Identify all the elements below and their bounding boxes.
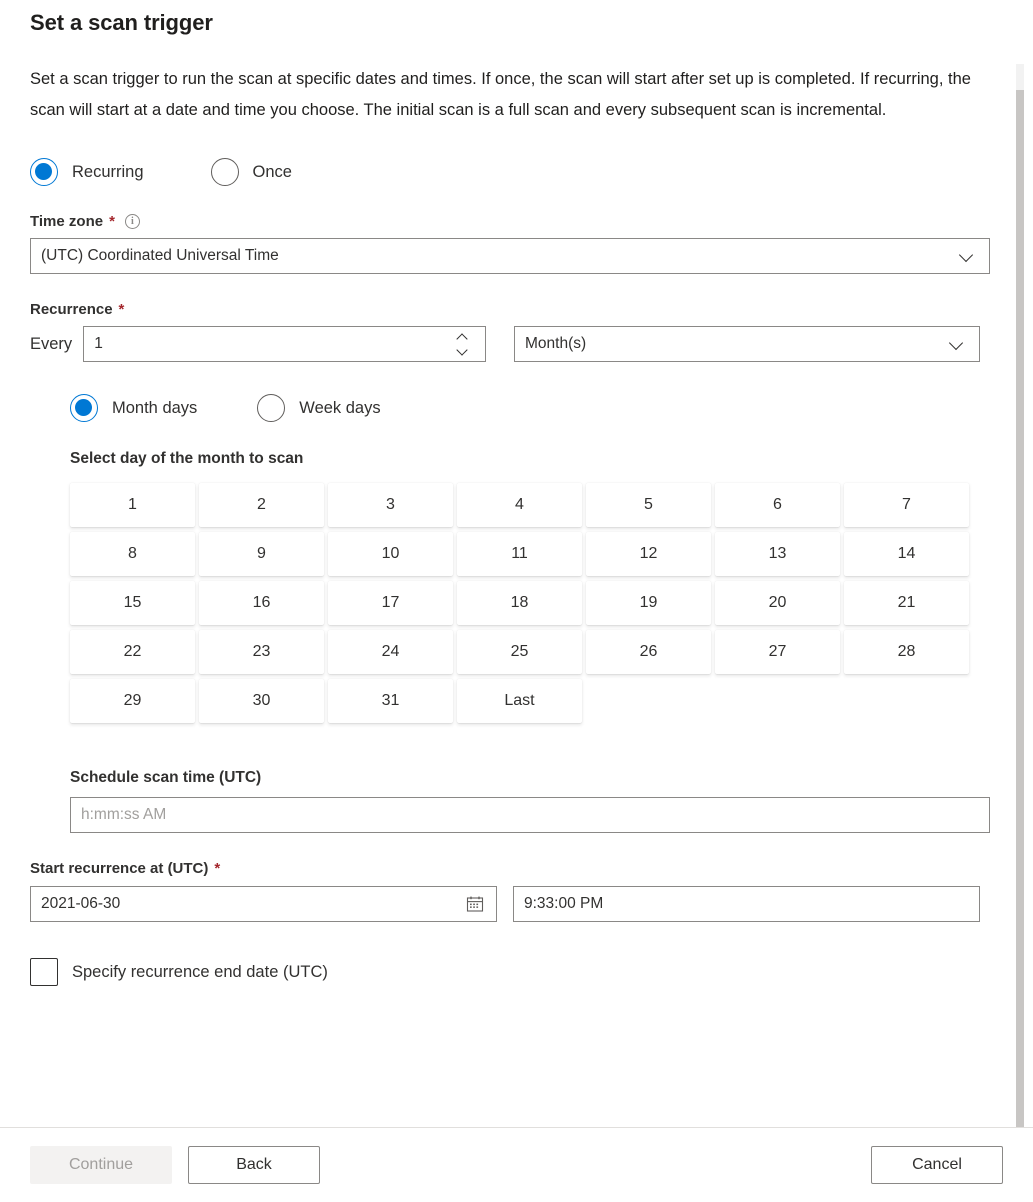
page-description: Set a scan trigger to run the scan at sp… <box>30 70 971 119</box>
required-asterisk: * <box>214 860 221 877</box>
day-cell[interactable]: 13 <box>715 532 840 576</box>
radio-selected-icon <box>70 394 98 422</box>
start-time-value: 9:33:00 PM <box>524 895 604 912</box>
required-asterisk: * <box>109 213 115 230</box>
day-cell[interactable]: 30 <box>199 679 324 723</box>
back-button[interactable]: Back <box>188 1146 320 1184</box>
every-label: Every <box>30 334 73 353</box>
panel-content: Set a scan trigger Set a scan trigger to… <box>0 0 1010 1020</box>
day-cell[interactable]: 11 <box>457 532 582 576</box>
scan-time-input[interactable]: h:mm:ss AM <box>70 797 990 833</box>
chevron-down-icon <box>959 248 975 264</box>
day-cell[interactable]: 7 <box>844 483 969 527</box>
start-date-value: 2021-06-30 <box>41 895 121 912</box>
day-cell[interactable]: 2 <box>199 483 324 527</box>
radio-recurring-label: Recurring <box>72 162 144 181</box>
scan-trigger-panel: Set a scan trigger Set a scan trigger to… <box>0 0 1033 1202</box>
recurrence-interval-row: Every 1 Month(s) <box>30 326 980 362</box>
day-cell[interactable]: 26 <box>586 630 711 674</box>
time-zone-value: (UTC) Coordinated Universal Time <box>41 247 279 264</box>
recurrence-unit-dropdown[interactable]: Month(s) <box>514 326 980 362</box>
day-cell[interactable]: 20 <box>715 581 840 625</box>
radio-month-days[interactable]: Month days <box>70 394 197 422</box>
stepper-buttons[interactable] <box>449 327 475 361</box>
time-zone-label: Time zone * i <box>30 213 980 230</box>
recurrence-interval-value: 1 <box>94 335 103 352</box>
day-cell[interactable]: 4 <box>457 483 582 527</box>
day-cell[interactable]: 3 <box>328 483 453 527</box>
panel-scroll-region: Set a scan trigger Set a scan trigger to… <box>0 0 1033 1127</box>
recurrence-unit-value: Month(s) <box>525 335 587 352</box>
day-cell[interactable]: 28 <box>844 630 969 674</box>
recurrence-mode-section: Month days Week days Select day of the m… <box>70 394 990 833</box>
day-cell[interactable]: 27 <box>715 630 840 674</box>
day-cell[interactable]: 5 <box>586 483 711 527</box>
day-cell[interactable]: 10 <box>328 532 453 576</box>
day-cell[interactable]: 29 <box>70 679 195 723</box>
day-of-month-grid: 1 2 3 4 5 6 7 8 9 10 11 12 13 14 15 16 17 18 19 20 21 22 23 24 2… <box>70 483 969 723</box>
info-icon[interactable]: i <box>124 214 140 229</box>
day-cell[interactable]: 16 <box>199 581 324 625</box>
day-cell[interactable]: 6 <box>715 483 840 527</box>
continue-button[interactable]: Continue <box>30 1146 172 1184</box>
scan-time-placeholder: h:mm:ss AM <box>81 806 167 823</box>
day-cell[interactable]: 24 <box>328 630 453 674</box>
calendar-icon[interactable] <box>466 895 484 913</box>
cancel-button[interactable]: Cancel <box>871 1146 1003 1184</box>
day-cell[interactable]: 21 <box>844 581 969 625</box>
radio-recurring[interactable]: Recurring <box>30 158 144 186</box>
radio-unselected-icon <box>210 158 239 186</box>
specify-end-date-label: Specify recurrence end date (UTC) <box>72 962 328 981</box>
radio-month-days-label: Month days <box>112 398 198 417</box>
radio-once[interactable]: Once <box>210 158 292 186</box>
recurrence-label-text: Recurrence <box>30 301 113 318</box>
radio-unselected-icon <box>257 394 286 422</box>
radio-once-label: Once <box>252 162 292 181</box>
day-cell[interactable]: 1 <box>70 483 195 527</box>
time-zone-label-text: Time zone <box>30 213 104 230</box>
footer-actions: Continue Back Cancel <box>0 1128 1033 1202</box>
radio-selected-icon <box>30 158 58 186</box>
day-cell[interactable]: 17 <box>328 581 453 625</box>
start-time-input[interactable]: 9:33:00 PM <box>513 886 980 922</box>
chevron-up-icon[interactable] <box>457 335 468 342</box>
checkbox-unchecked-icon <box>30 958 58 986</box>
specify-end-date-checkbox[interactable]: Specify recurrence end date (UTC) <box>30 958 980 986</box>
radio-week-days[interactable]: Week days <box>257 394 381 422</box>
chevron-down-icon[interactable] <box>457 347 468 354</box>
page-title: Set a scan trigger <box>30 10 213 35</box>
day-cell[interactable]: 23 <box>199 630 324 674</box>
day-cell[interactable]: 12 <box>586 532 711 576</box>
time-zone-dropdown[interactable]: (UTC) Coordinated Universal Time <box>30 238 990 274</box>
day-cell[interactable]: 19 <box>586 581 711 625</box>
recurrence-mode-radio-group: Month days Week days <box>70 394 980 422</box>
start-recurrence-label: Start recurrence at (UTC) * <box>30 860 980 877</box>
recurrence-label: Recurrence * <box>30 301 980 318</box>
panel-edge <box>1024 64 1025 1127</box>
radio-week-days-label: Week days <box>299 398 381 417</box>
day-cell[interactable]: 31 <box>328 679 453 723</box>
day-cell[interactable]: 25 <box>457 630 582 674</box>
recurrence-interval-stepper[interactable]: 1 <box>83 326 487 362</box>
day-cell[interactable]: Last <box>457 679 582 723</box>
start-recurrence-label-text: Start recurrence at (UTC) <box>30 860 209 877</box>
scrollbar-thumb[interactable] <box>1016 90 1024 1127</box>
day-cell[interactable]: 14 <box>844 532 969 576</box>
day-cell[interactable]: 9 <box>199 532 324 576</box>
start-date-input[interactable]: 2021-06-30 <box>30 886 497 922</box>
day-cell[interactable]: 22 <box>70 630 195 674</box>
required-asterisk: * <box>118 301 125 318</box>
chevron-down-icon <box>949 336 965 352</box>
day-cell[interactable]: 18 <box>457 581 582 625</box>
vertical-scrollbar[interactable] <box>1016 64 1024 1127</box>
start-recurrence-row: 2021-06-30 9:33:00 PM <box>30 886 980 922</box>
scan-time-label: Schedule scan time (UTC) <box>70 769 262 786</box>
day-picker-label: Select day of the month to scan <box>70 450 304 467</box>
trigger-type-radio-group: Recurring Once <box>30 158 980 186</box>
day-cell[interactable]: 8 <box>70 532 195 576</box>
day-cell[interactable]: 15 <box>70 581 195 625</box>
